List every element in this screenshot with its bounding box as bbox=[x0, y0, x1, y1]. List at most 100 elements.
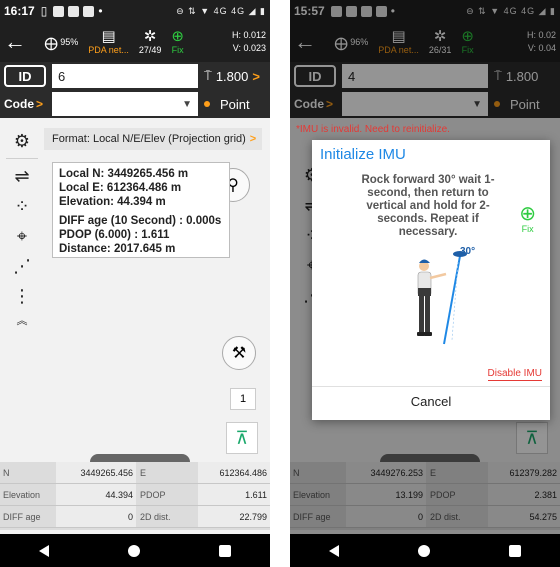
fix-status[interactable]: ⊕ Fix bbox=[171, 28, 184, 56]
table-row: N 3449265.456 E 612364.486 bbox=[0, 462, 270, 484]
precision-readout: H: 0.012 V: 0.023 bbox=[232, 29, 266, 55]
table-key: N bbox=[3, 467, 10, 478]
status-bar: 16:17 ▯ • ⊖ ⇅ ▼ 4G 4G ◢ ▮ bbox=[0, 0, 270, 22]
table-value: 612364.486 bbox=[198, 462, 270, 483]
diff-age: DIFF age (10 Second) : 0.000s bbox=[59, 215, 222, 227]
battery-percent: 95% bbox=[60, 37, 79, 47]
notification-icon bbox=[83, 5, 95, 17]
code-row: Code > ▼ Point bbox=[0, 90, 270, 118]
divider bbox=[6, 158, 38, 159]
dialog-divider bbox=[312, 386, 550, 387]
point-id-input[interactable]: 6 bbox=[52, 64, 198, 88]
table-key: E bbox=[140, 467, 147, 478]
android-nav-bar bbox=[0, 534, 270, 567]
settings-gear-icon[interactable]: ⚙ bbox=[6, 126, 38, 156]
data-table: N 3449265.456 E 612364.486 Elevation 44.… bbox=[0, 462, 270, 530]
chevron-right-icon: > bbox=[36, 97, 44, 111]
pole-icon: ⍑ bbox=[204, 68, 212, 83]
table-row: Elevation 44.394 PDOP 1.611 bbox=[0, 484, 270, 506]
local-e: Local E: 612364.486 m bbox=[59, 182, 182, 194]
position-info-panel: Local N: 3449265.456 m Local E: 612364.4… bbox=[52, 162, 230, 258]
survey-pole-button[interactable]: ⚒ bbox=[222, 336, 256, 370]
chevron-right-icon: > bbox=[249, 133, 257, 145]
clipboard-icon: ▤ bbox=[101, 28, 116, 45]
system-status-icons: ⊖ ⇅ ▼ 4G 4G ◢ ▮ bbox=[176, 5, 266, 16]
satellite-count: 27/49 bbox=[138, 45, 162, 55]
drawer-handle[interactable] bbox=[90, 454, 190, 462]
left-screen: 16:17 ▯ • ⊖ ⇅ ▼ 4G 4G ◢ ▮ ← 🜨 95% ▤ PDA … bbox=[0, 0, 270, 567]
right-screen: 15:57 • ⊖ ⇅ ▼ 4G 4G ◢ ▮ ← 🜨 96% ▤ PDA ne… bbox=[290, 0, 560, 567]
more-dot-icon: • bbox=[98, 4, 103, 18]
notification-icon bbox=[53, 5, 65, 17]
table-value: 3449265.456 bbox=[56, 462, 136, 483]
survey-main: ⚙ ⇌ ⁘ ⌖ ⋰ ⋮ ︽ Format: Local N/E/Elev (Pr… bbox=[0, 118, 270, 462]
satellite-status[interactable]: ✲ 27/49 bbox=[138, 28, 162, 56]
receiver-status[interactable]: 🜨 95% bbox=[44, 25, 78, 60]
pdop: PDOP (6.000) : 1.611 bbox=[59, 229, 170, 241]
dialog-fix-status: ⊕ Fix bbox=[519, 204, 536, 234]
tilt-angle: 30° bbox=[460, 246, 476, 257]
point-type-label: Point bbox=[220, 96, 250, 112]
local-n: Local N: 3449265.456 m bbox=[59, 168, 189, 180]
distance: Distance: 2017.645 m bbox=[59, 243, 176, 255]
back-arrow-icon[interactable]: ← bbox=[0, 29, 30, 55]
h-precision: H: 0.012 bbox=[231, 30, 266, 40]
initialize-imu-dialog: Initialize IMU Rock forward 30° wait 1-s… bbox=[312, 140, 550, 420]
dialog-title: Initialize IMU bbox=[320, 146, 406, 163]
collapse-up-icon[interactable]: ︽ bbox=[6, 311, 38, 329]
counter-button[interactable]: 1 bbox=[230, 388, 256, 410]
table-key: PDOP bbox=[140, 489, 166, 500]
nav-back-icon[interactable] bbox=[39, 544, 50, 557]
code-select[interactable]: ▼ bbox=[52, 92, 198, 116]
datalink-status[interactable]: ▤ PDA net... bbox=[88, 28, 129, 56]
more-vertical-icon[interactable]: ⋮ bbox=[6, 281, 38, 311]
datalink-label: PDA net... bbox=[88, 45, 129, 55]
code-button[interactable]: Code > bbox=[4, 93, 46, 115]
point-type-selector[interactable]: Point bbox=[204, 97, 266, 112]
fix-label: Fix bbox=[521, 224, 534, 234]
map-pin-icon[interactable]: ⌖ bbox=[6, 221, 38, 251]
antenna-height[interactable]: ⍑ 1.800 > bbox=[204, 68, 266, 84]
table-key: Elevation bbox=[3, 489, 41, 500]
table-row: DIFF age 0 2D dist. 22.799 bbox=[0, 506, 270, 528]
fix-label: Fix bbox=[171, 45, 184, 55]
table-key: DIFF age bbox=[3, 511, 41, 522]
v-precision: V: 0.023 bbox=[232, 43, 266, 53]
nav-recents-icon[interactable] bbox=[508, 544, 521, 557]
id-badge: ID bbox=[4, 65, 46, 87]
app-toolbar: ← 🜨 95% ▤ PDA net... ✲ 27/49 ⊕ Fix H: 0.… bbox=[0, 22, 270, 62]
route-icon[interactable]: ⋰ bbox=[6, 251, 38, 281]
height-value: 1.800 bbox=[215, 68, 249, 84]
cancel-button[interactable]: Cancel bbox=[312, 394, 550, 409]
nav-home-icon[interactable] bbox=[417, 544, 430, 557]
chevron-right-icon: > bbox=[252, 68, 260, 84]
status-sd-icon: ▯ bbox=[40, 4, 48, 18]
disable-imu-link[interactable]: Disable IMU bbox=[487, 368, 542, 381]
format-selector[interactable]: Format: Local N/E/Elev (Projection grid)… bbox=[44, 128, 262, 150]
satellite-icon: ✲ bbox=[143, 28, 157, 45]
dialog-message: Rock forward 30° wait 1-second, then ret… bbox=[361, 174, 495, 238]
table-value: 0 bbox=[56, 506, 136, 527]
android-nav-bar bbox=[290, 534, 560, 567]
nav-back-icon[interactable] bbox=[329, 544, 340, 557]
dropdown-arrow-icon: ▼ bbox=[182, 98, 192, 110]
code-label: Code bbox=[4, 97, 34, 111]
table-value: 1.611 bbox=[198, 484, 270, 505]
swap-icon[interactable]: ⇌ bbox=[6, 161, 38, 191]
nav-recents-icon[interactable] bbox=[218, 544, 231, 557]
status-time: 16:17 bbox=[4, 4, 35, 18]
points-icon[interactable]: ⁘ bbox=[6, 191, 38, 221]
elevation: Elevation: 44.394 m bbox=[59, 196, 166, 208]
surveyor-illustration bbox=[417, 251, 467, 345]
crosshair-icon: ⊕ bbox=[171, 28, 184, 45]
imu-warning: *IMU is invalid. Need to reinitialize. bbox=[296, 124, 450, 135]
point-dot-icon bbox=[204, 101, 210, 107]
id-row: ID 6 ⍑ 1.800 > bbox=[0, 62, 270, 90]
table-value: 44.394 bbox=[56, 484, 136, 505]
stakeout-button[interactable]: ⊼ bbox=[226, 422, 258, 454]
crosshair-icon: ⊕ bbox=[519, 203, 536, 225]
table-value: 22.799 bbox=[198, 506, 270, 527]
nav-home-icon[interactable] bbox=[127, 544, 140, 557]
table-key: 2D dist. bbox=[140, 511, 171, 522]
antenna-icon: 🜨 bbox=[44, 34, 59, 54]
